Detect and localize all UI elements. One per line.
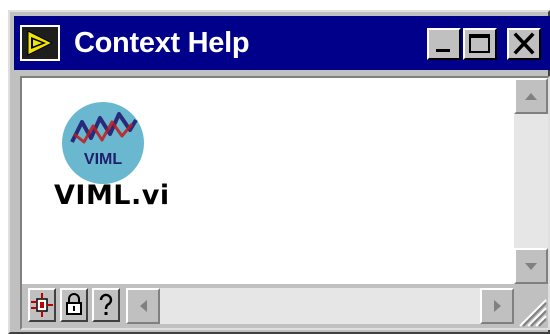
context-help-window: Context Help VIML VIML.vi xyxy=(8,10,550,334)
scroll-down-button[interactable] xyxy=(514,248,548,284)
close-button[interactable] xyxy=(507,28,541,60)
lock-button[interactable] xyxy=(60,288,88,322)
help-content-pane: VIML VIML.vi xyxy=(20,76,550,330)
title-bar[interactable]: Context Help xyxy=(14,16,550,70)
arrow-down-icon xyxy=(525,263,537,270)
scroll-right-button[interactable] xyxy=(480,288,514,324)
question-mark-icon xyxy=(99,293,113,315)
scroll-left-button[interactable] xyxy=(126,288,160,324)
viml-vi-icon: VIML xyxy=(60,100,146,190)
close-icon xyxy=(513,32,535,55)
maximize-icon xyxy=(469,34,490,53)
viml-icon-label: VIML xyxy=(84,151,122,168)
labview-run-arrow-icon xyxy=(20,25,60,61)
question-mark-button[interactable] xyxy=(92,288,120,322)
arrow-left-icon xyxy=(140,300,147,312)
maximize-button[interactable] xyxy=(463,28,497,60)
window-title: Context Help xyxy=(74,27,250,59)
arrow-right-icon xyxy=(494,300,501,312)
minimize-icon xyxy=(436,49,450,52)
scroll-up-button[interactable] xyxy=(514,78,548,114)
lock-icon xyxy=(66,293,82,315)
arrow-up-icon xyxy=(525,93,537,100)
horizontal-scrollbar[interactable] xyxy=(126,288,514,324)
minimize-button[interactable] xyxy=(427,28,461,60)
simple-diagram-help-icon xyxy=(31,293,53,317)
vi-name-label: VIML.vi xyxy=(54,180,170,211)
bottom-toolbar xyxy=(22,284,548,328)
vertical-scrollbar[interactable] xyxy=(514,78,548,284)
simple-diagram-help-button[interactable] xyxy=(28,288,56,322)
resize-grip-icon[interactable] xyxy=(514,294,548,328)
